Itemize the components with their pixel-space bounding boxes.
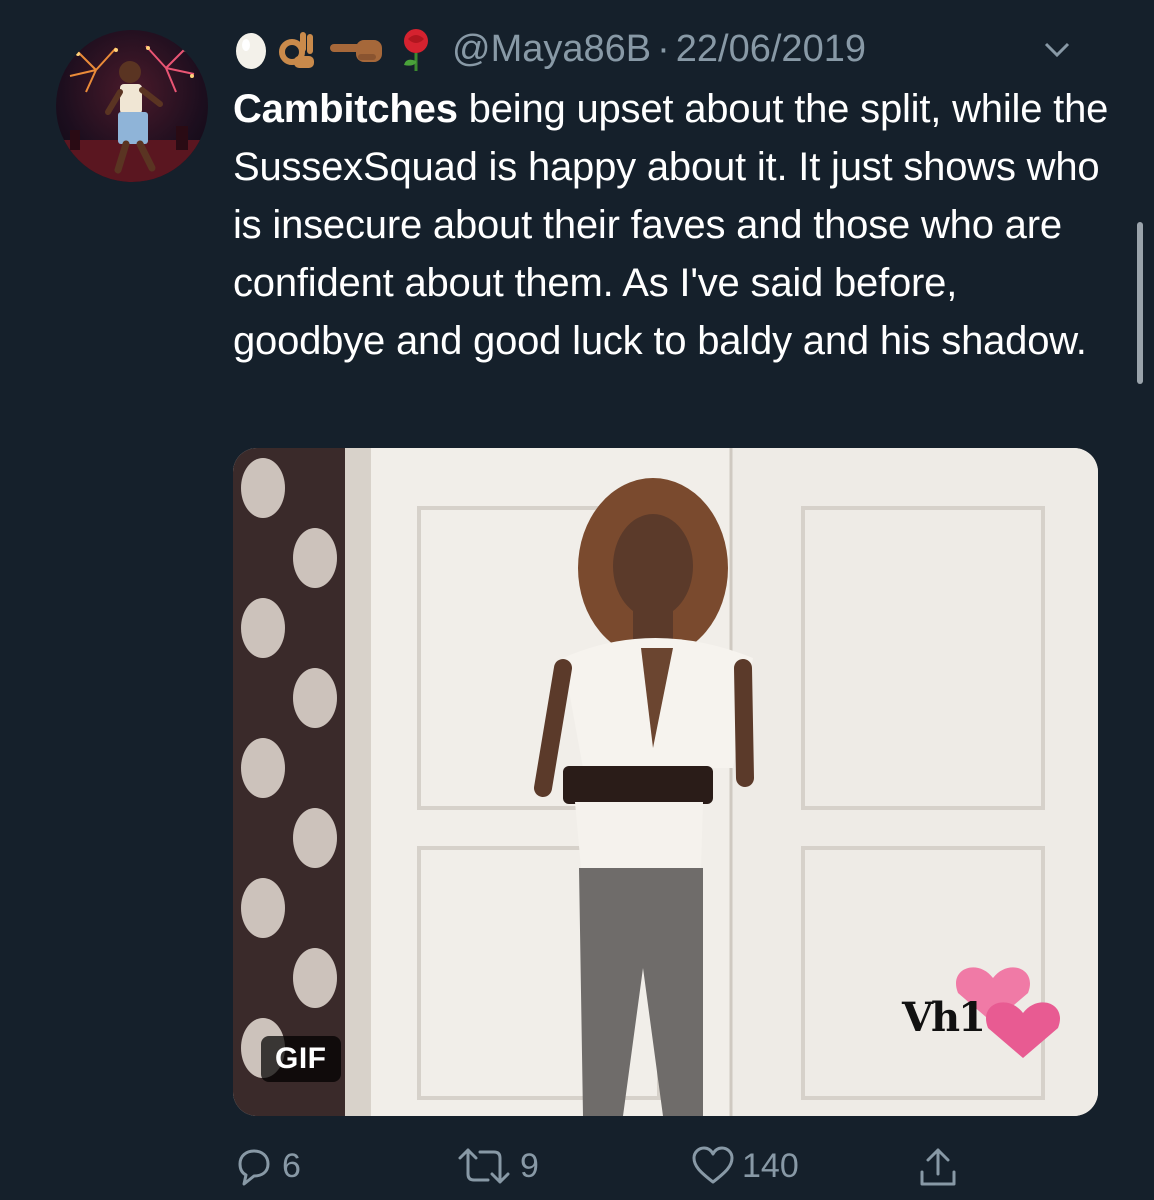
reply-icon [238,1149,270,1186]
retweet-count: 9 [520,1146,539,1185]
reply-count: 6 [282,1146,301,1185]
tweet: @Maya86B · 22/06/2019 Cambitches being u… [0,0,1154,1200]
avatar[interactable] [56,30,208,182]
share-icon [920,1148,956,1186]
like-count: 140 [742,1146,799,1185]
retweet-button[interactable]: 9 [454,1144,539,1188]
retweet-icon [458,1148,510,1184]
tweet-text: Cambitches being upset about the split, … [233,80,1113,370]
rose-emoji [396,27,436,71]
gif-badge: GIF [261,1036,341,1082]
separator-dot: · [657,27,670,70]
like-button[interactable]: 140 [690,1144,799,1188]
egg-emoji [234,28,268,70]
pointing-left-emoji [328,32,386,66]
vh1-watermark: Vh1 [892,976,1052,1056]
tweet-date[interactable]: 22/06/2019 [676,28,866,71]
share-button[interactable] [916,1144,966,1188]
chevron-down-icon[interactable] [1042,38,1072,62]
tweet-header: @Maya86B · 22/06/2019 [234,24,1124,74]
scrollbar[interactable] [1137,222,1143,384]
gif-media[interactable]: Vh1 GIF [233,448,1098,1116]
ok-hand-emoji [278,28,318,70]
reply-button[interactable]: 6 [232,1144,301,1188]
heart-icon [692,1146,734,1184]
tweet-text-bold: Cambitches [233,87,458,131]
action-bar: 6 9 140 [0,1138,1154,1194]
vh1-logo: Vh1 [902,994,986,1041]
user-handle[interactable]: @Maya86B [452,28,651,71]
